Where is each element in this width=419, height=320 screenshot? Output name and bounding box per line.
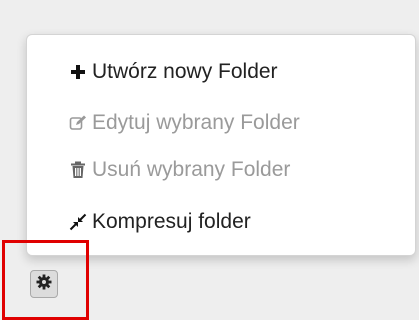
settings-button[interactable] [30, 270, 58, 298]
gear-icon [36, 274, 52, 295]
menu-item-label: Usuń wybrany Folder [92, 158, 291, 181]
menu-item-label: Edytuj wybrany Folder [92, 111, 300, 134]
menu-item-edit-folder[interactable]: Edytuj wybrany Folder [68, 108, 300, 138]
menu-item-delete-folder[interactable]: Usuń wybrany Folder [68, 155, 290, 185]
menu-item-label: Kompresuj folder [92, 210, 251, 233]
plus-icon [68, 62, 88, 82]
compress-icon [68, 212, 88, 232]
edit-icon [68, 113, 88, 133]
trash-icon [68, 160, 88, 180]
context-menu: Utwórz nowy Folder Edytuj wybrany Folder… [26, 34, 416, 256]
menu-item-compress-folder[interactable]: Kompresuj folder [68, 207, 251, 237]
menu-item-create-folder[interactable]: Utwórz nowy Folder [68, 57, 278, 87]
menu-item-label: Utwórz nowy Folder [92, 60, 278, 83]
